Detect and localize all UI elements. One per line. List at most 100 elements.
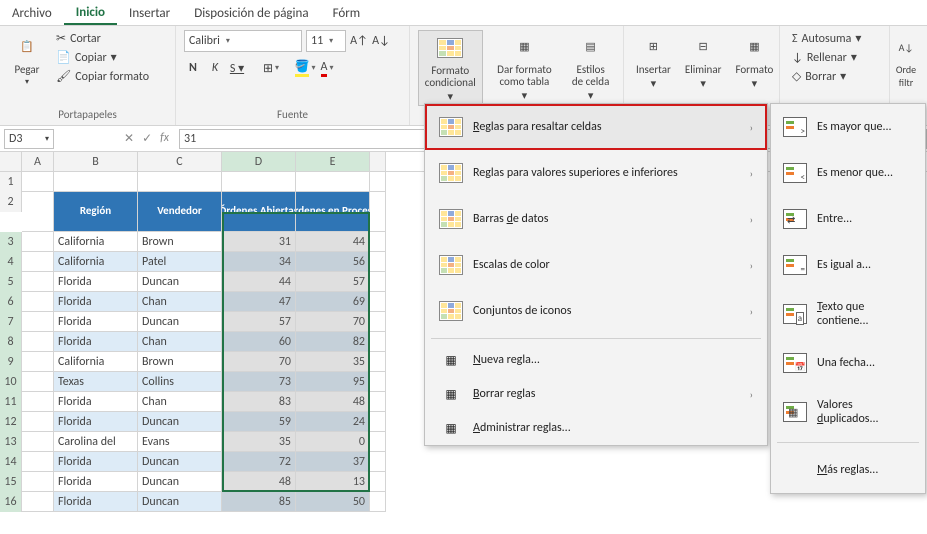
row-header[interactable]: 6 xyxy=(0,292,22,312)
cell[interactable] xyxy=(22,332,54,352)
cond-menu-bars[interactable]: Barras de datos› xyxy=(425,196,767,242)
cell[interactable]: Carolina del xyxy=(54,432,138,452)
cell[interactable]: 24 xyxy=(296,412,370,432)
cell[interactable] xyxy=(370,192,386,232)
cell[interactable]: 44 xyxy=(222,272,296,292)
menubar-tab-archivo[interactable]: Archivo xyxy=(0,2,64,24)
cell[interactable] xyxy=(370,492,386,512)
cell[interactable]: 82 xyxy=(296,332,370,352)
cell[interactable]: 34 xyxy=(222,252,296,272)
format-cells-button[interactable]: ▦Formato▾ xyxy=(731,30,777,92)
cell[interactable]: 60 xyxy=(222,332,296,352)
cell[interactable]: Duncan xyxy=(138,312,222,332)
cell[interactable] xyxy=(22,272,54,292)
highlight-rule-bt[interactable]: Entre... xyxy=(771,196,925,242)
cell[interactable]: Brown xyxy=(138,352,222,372)
cell[interactable] xyxy=(138,172,222,192)
fill-color-button[interactable]: 🪣 xyxy=(296,58,314,78)
sort-filter-button[interactable]: A↓ Orde filtr xyxy=(898,30,914,90)
delete-cells-button[interactable]: ⊟Eliminar▾ xyxy=(681,30,726,92)
cell[interactable] xyxy=(22,432,54,452)
row-header[interactable]: 9 xyxy=(0,352,22,372)
cell[interactable]: 13 xyxy=(296,472,370,492)
autosum-button[interactable]: Σ Autosuma ▾ xyxy=(788,30,865,47)
borders-button[interactable]: ⊞ xyxy=(262,58,280,78)
row-header[interactable]: 3 xyxy=(0,232,22,252)
cell[interactable]: 48 xyxy=(296,392,370,412)
row-header[interactable]: 1 xyxy=(0,172,22,192)
conditional-format-button[interactable]: Formato condicional▾ xyxy=(418,30,483,106)
cell[interactable] xyxy=(22,252,54,272)
column-header-D[interactable]: D xyxy=(222,152,296,171)
cell[interactable]: Órdenes Abiertas xyxy=(222,192,296,232)
font-name-select[interactable]: Calibri xyxy=(184,30,302,52)
cell[interactable] xyxy=(370,312,386,332)
cell[interactable]: 70 xyxy=(222,352,296,372)
accept-formula-button[interactable]: ✓ xyxy=(142,131,152,146)
cond-menu-highlight[interactable]: Reglas para resaltar celdas› xyxy=(425,104,767,150)
cell[interactable]: Chan xyxy=(138,392,222,412)
cancel-formula-button[interactable]: ✕ xyxy=(124,131,134,146)
cell[interactable]: California xyxy=(54,352,138,372)
cell[interactable] xyxy=(370,412,386,432)
cell-styles-button[interactable]: ▤ Estilos de celda▾ xyxy=(566,30,615,104)
cell[interactable]: Florida xyxy=(54,392,138,412)
bold-button[interactable]: N xyxy=(184,58,202,78)
cell[interactable] xyxy=(370,272,386,292)
cell[interactable]: Vendedor xyxy=(138,192,222,232)
column-header-B[interactable]: B xyxy=(54,152,138,171)
cell[interactable]: Florida xyxy=(54,412,138,432)
cell[interactable] xyxy=(22,472,54,492)
underline-button[interactable]: S ▾ xyxy=(228,58,246,78)
column-header-E[interactable]: E xyxy=(296,152,370,171)
paste-button[interactable]: 📋 Pegar ▾ xyxy=(8,30,46,89)
cell[interactable]: 44 xyxy=(296,232,370,252)
menubar-tab-insertar[interactable]: Insertar xyxy=(117,2,182,24)
name-box[interactable]: D3▾ xyxy=(4,129,54,149)
highlight-rule-more[interactable]: Más reglas... xyxy=(771,447,925,493)
cell[interactable] xyxy=(370,172,386,192)
row-header[interactable]: 10 xyxy=(0,372,22,392)
insert-cells-button[interactable]: ⊞Insertar▾ xyxy=(632,30,675,92)
cell[interactable]: California xyxy=(54,252,138,272)
cell[interactable]: Patel xyxy=(138,252,222,272)
cell[interactable]: 56 xyxy=(296,252,370,272)
fx-button[interactable]: fx xyxy=(160,131,169,146)
copy-button[interactable]: 📄 Copiar ▾ xyxy=(52,49,153,66)
cell[interactable]: Florida xyxy=(54,312,138,332)
cell[interactable] xyxy=(22,392,54,412)
row-header[interactable]: 5 xyxy=(0,272,22,292)
column-header-A[interactable]: A xyxy=(22,152,54,171)
cell[interactable]: 50 xyxy=(296,492,370,512)
cell[interactable]: Brown xyxy=(138,232,222,252)
cell[interactable]: Florida xyxy=(54,492,138,512)
menubar-tab-inicio[interactable]: Inicio xyxy=(64,1,117,25)
cell[interactable] xyxy=(22,292,54,312)
cell[interactable]: Chan xyxy=(138,292,222,312)
cell[interactable]: 83 xyxy=(222,392,296,412)
cell[interactable]: 57 xyxy=(222,312,296,332)
cell[interactable]: Duncan xyxy=(138,412,222,432)
highlight-rule-eq[interactable]: Es igual a... xyxy=(771,242,925,288)
format-as-table-button[interactable]: ▦ Dar formato como tabla▾ xyxy=(489,30,561,104)
cell[interactable]: Florida xyxy=(54,292,138,312)
cell[interactable]: 37 xyxy=(296,452,370,472)
cond-menu-top[interactable]: Reglas para valores superiores e inferio… xyxy=(425,150,767,196)
cell[interactable] xyxy=(370,232,386,252)
cell[interactable]: Florida xyxy=(54,472,138,492)
cell[interactable]: 95 xyxy=(296,372,370,392)
cell[interactable]: Evans xyxy=(138,432,222,452)
cell[interactable] xyxy=(370,252,386,272)
row-header[interactable]: 4 xyxy=(0,252,22,272)
cell[interactable] xyxy=(22,372,54,392)
cond-menu-clear[interactable]: ▦Borrar reglas› xyxy=(425,377,767,411)
cell[interactable] xyxy=(370,372,386,392)
cell[interactable]: 72 xyxy=(222,452,296,472)
row-header[interactable]: 14 xyxy=(0,452,22,472)
cell[interactable]: 70 xyxy=(296,312,370,332)
cell[interactable]: 85 xyxy=(222,492,296,512)
cell[interactable] xyxy=(22,492,54,512)
highlight-rule-lt[interactable]: Es menor que... xyxy=(771,150,925,196)
cell[interactable]: 59 xyxy=(222,412,296,432)
cond-menu-new[interactable]: ▦Nueva regla... xyxy=(425,343,767,377)
